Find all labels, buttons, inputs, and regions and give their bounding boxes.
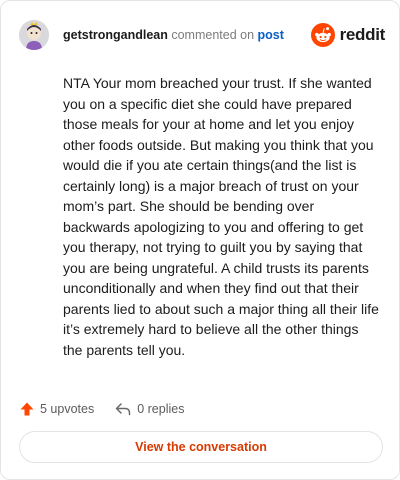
reddit-logo-icon [310,23,335,47]
comment-actions: 5 upvotes 0 replies [19,399,184,419]
username[interactable]: getstrongandlean [63,28,168,42]
reddit-brand[interactable]: reddit [310,23,386,47]
post-link[interactable]: post [258,28,284,42]
upvote-arrow-icon [20,402,34,416]
comment-header: getstrongandlean commented on post reddi… [19,19,385,51]
action-text: commented on [171,28,255,42]
view-conversation-button[interactable]: View the conversation [19,431,383,463]
embedded-comment-card: getstrongandlean commented on post reddi… [0,0,400,480]
reply-arrow-icon [115,403,131,416]
upvotes-count: 5 upvotes [40,402,95,416]
avatar-icon [19,20,49,50]
replies-action[interactable]: 0 replies [114,401,184,417]
comment-meta: getstrongandlean commented on post [63,28,284,42]
comment-body: NTA Your mom breached your trust. If she… [63,75,379,358]
brand-wordmark: reddit [339,25,386,44]
upvotes-action[interactable]: 5 upvotes [19,401,94,417]
replies-count: 0 replies [137,402,185,416]
user-avatar[interactable] [19,20,49,50]
